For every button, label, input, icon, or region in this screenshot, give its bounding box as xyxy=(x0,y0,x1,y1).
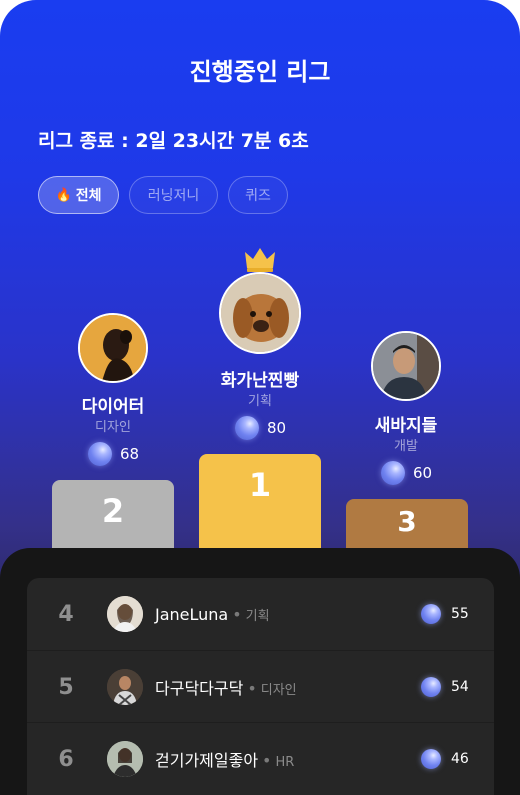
row-score-value: 55 xyxy=(451,606,469,622)
row-separator: • xyxy=(232,604,242,624)
second-place-podium: 2 xyxy=(52,480,174,550)
ranking-list: 4 JaneLuna • 기획 55 5 다구닥다구닥 • 디자인 54 6 걷… xyxy=(27,578,494,795)
row-score-value: 46 xyxy=(451,751,469,767)
ranking-row[interactable]: 5 다구닥다구닥 • 디자인 54 xyxy=(27,650,494,723)
tab-running-journey[interactable]: 러닝저니 xyxy=(129,176,218,214)
first-place-rank: 1 xyxy=(248,466,272,504)
tab-running-journey-label: 러닝저니 xyxy=(147,188,200,204)
gem-icon xyxy=(421,749,441,769)
fire-icon: 🔥 xyxy=(55,187,72,203)
gem-icon xyxy=(235,416,259,440)
row-rank: 6 xyxy=(58,746,74,772)
row-score: 54 xyxy=(421,677,469,697)
avatar-photo xyxy=(107,669,143,705)
gem-icon xyxy=(88,442,112,466)
gem-icon xyxy=(421,604,441,624)
second-place-score: 68 xyxy=(88,442,139,466)
row-rank: 5 xyxy=(58,674,74,700)
tab-all-label: 전체 xyxy=(75,188,102,204)
third-place-name: 새바지들 xyxy=(374,416,438,436)
row-score-value: 54 xyxy=(451,679,469,695)
tab-all[interactable]: 🔥 전체 xyxy=(38,176,119,214)
crown-icon xyxy=(245,248,275,272)
first-place-avatar[interactable] xyxy=(219,272,301,354)
row-name: 걷기가제일좋아 xyxy=(155,751,259,770)
first-place-name: 화가난찐빵 xyxy=(220,371,300,391)
first-place-role: 기획 xyxy=(248,394,272,409)
row-user: JaneLuna • 기획 xyxy=(155,605,270,624)
row-rank: 4 xyxy=(58,601,74,627)
row-dept: 기획 xyxy=(245,608,270,624)
ranking-row[interactable]: 6 걷기가제일좋아 • HR 46 xyxy=(27,722,494,795)
avatar-photo xyxy=(80,315,146,381)
avatar-photo xyxy=(373,333,439,399)
league-screen: 진행중인 리그 리그 종료 : 2일 23시간 7분 6초 🔥 전체 러닝저니 … xyxy=(0,0,520,795)
first-place-score: 80 xyxy=(235,416,286,440)
row-avatar xyxy=(107,596,143,632)
row-score: 55 xyxy=(421,604,469,624)
tab-quiz[interactable]: 퀴즈 xyxy=(228,176,288,214)
row-separator: • xyxy=(247,679,257,698)
page-title: 진행중인 리그 xyxy=(189,58,331,86)
tab-quiz-label: 퀴즈 xyxy=(245,188,271,204)
avatar-photo xyxy=(107,596,143,632)
third-place-score-value: 60 xyxy=(413,464,433,482)
row-user: 다구닥다구닥 • 디자인 xyxy=(155,675,297,699)
row-name: JaneLuna xyxy=(155,604,229,624)
row-avatar xyxy=(107,669,143,705)
third-place-podium: 3 xyxy=(346,499,468,550)
second-place-role: 디자인 xyxy=(95,420,131,435)
second-place-rank: 2 xyxy=(101,492,125,530)
third-place-role: 개발 xyxy=(394,439,418,454)
row-avatar xyxy=(107,741,143,777)
row-dept: 디자인 xyxy=(260,683,297,698)
row-separator: • xyxy=(262,751,272,770)
row-dept: HR xyxy=(275,755,295,770)
avatar-photo xyxy=(221,274,299,352)
second-place-score-value: 68 xyxy=(120,445,140,463)
row-score: 46 xyxy=(421,749,469,769)
gem-icon xyxy=(421,677,441,697)
second-place-name: 다이어터 xyxy=(81,397,145,417)
row-name: 다구닥다구닥 xyxy=(155,679,244,698)
first-place-score-value: 80 xyxy=(267,419,287,437)
third-place-avatar[interactable] xyxy=(371,331,441,401)
ranking-row[interactable]: 4 JaneLuna • 기획 55 xyxy=(27,578,494,650)
avatar-photo xyxy=(107,741,143,777)
third-place-rank: 3 xyxy=(397,505,417,538)
gem-icon xyxy=(381,461,405,485)
league-countdown: 리그 종료 : 2일 23시간 7분 6초 xyxy=(38,130,309,152)
second-place-avatar[interactable] xyxy=(78,313,148,383)
first-place-podium: 1 xyxy=(199,454,321,550)
row-user: 걷기가제일좋아 • HR xyxy=(155,747,294,771)
third-place-score: 60 xyxy=(381,461,432,485)
